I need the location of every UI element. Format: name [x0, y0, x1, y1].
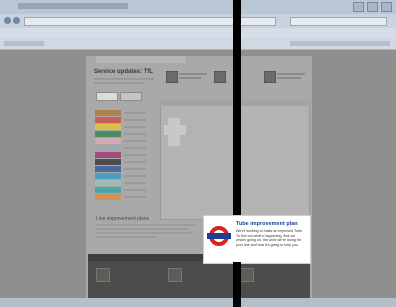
- promo-image[interactable]: [240, 268, 254, 282]
- line-status-row[interactable]: [95, 131, 147, 137]
- occluding-bar: [233, 0, 241, 215]
- intro-text: [94, 78, 154, 80]
- line-color-swatch: [95, 159, 121, 165]
- feature-label: [277, 73, 305, 75]
- tab-now[interactable]: [96, 92, 118, 101]
- roundel-bar: [207, 233, 231, 239]
- intro-text: [94, 82, 144, 84]
- line-status-text: [124, 182, 146, 184]
- line-status-text: [124, 119, 146, 121]
- popup-body: We're working to make an improved Tube. …: [236, 229, 304, 247]
- maximize-button[interactable]: [367, 2, 378, 12]
- feature-label: [179, 73, 207, 75]
- lower-section-text: [96, 224, 196, 240]
- feature-label: [277, 77, 301, 79]
- menu-bar: [0, 28, 396, 38]
- line-color-swatch: [95, 110, 121, 116]
- feature-icon[interactable]: [214, 71, 226, 83]
- status-marker: [164, 125, 186, 135]
- line-status-row[interactable]: [95, 159, 147, 165]
- line-status-text: [124, 112, 146, 114]
- line-status-row[interactable]: [95, 117, 147, 123]
- line-status-text: [124, 175, 146, 177]
- status-bar: [0, 298, 396, 307]
- line-status-row[interactable]: [95, 187, 147, 193]
- lower-section-title: Line improvement plans: [96, 216, 150, 222]
- forward-icon[interactable]: [13, 17, 20, 24]
- line-status-text: [124, 161, 146, 163]
- minimize-button[interactable]: [353, 2, 364, 12]
- line-status-text: [124, 133, 146, 135]
- line-status-row[interactable]: [95, 166, 147, 172]
- occluding-bar: [233, 262, 241, 307]
- line-status-row[interactable]: [95, 173, 147, 179]
- feature-icon[interactable]: [166, 71, 178, 83]
- line-status-text: [124, 189, 146, 191]
- back-icon[interactable]: [4, 17, 11, 24]
- line-list: [95, 110, 147, 201]
- command-bar[interactable]: [290, 41, 390, 46]
- line-status-row[interactable]: [95, 138, 147, 144]
- tab-later[interactable]: [120, 92, 142, 101]
- popup-title: Tube improvement plan: [236, 221, 298, 227]
- breadcrumb[interactable]: [96, 56, 186, 63]
- line-status-row[interactable]: [95, 145, 147, 151]
- line-status-row[interactable]: [95, 180, 147, 186]
- line-color-swatch: [95, 180, 121, 186]
- line-status-text: [124, 147, 146, 149]
- feature-label: [179, 77, 201, 79]
- close-button[interactable]: [381, 2, 392, 12]
- line-color-swatch: [95, 187, 121, 193]
- line-status-text: [124, 140, 146, 142]
- line-color-swatch: [95, 166, 121, 172]
- tube-improvement-popup[interactable]: Tube improvement plan We're working to m…: [203, 215, 311, 264]
- line-color-swatch: [95, 131, 121, 137]
- page-title: Service updates: TfL: [94, 69, 154, 75]
- promo-image[interactable]: [96, 268, 110, 282]
- line-color-swatch: [95, 117, 121, 123]
- window-controls: [353, 2, 392, 12]
- line-color-swatch: [95, 124, 121, 130]
- line-status-text: [124, 168, 146, 170]
- tab-bar: [96, 92, 142, 101]
- line-color-swatch: [95, 138, 121, 144]
- line-color-swatch: [95, 145, 121, 151]
- line-status-row[interactable]: [95, 124, 147, 130]
- title-bar: [0, 0, 396, 14]
- window-title: [18, 3, 128, 9]
- line-color-swatch: [95, 173, 121, 179]
- line-color-swatch: [95, 194, 121, 200]
- feature-icon[interactable]: [264, 71, 276, 83]
- address-bar-row: [0, 14, 396, 28]
- line-status-text: [124, 154, 146, 156]
- line-status-row[interactable]: [95, 194, 147, 200]
- line-color-swatch: [95, 152, 121, 158]
- line-status-text: [124, 126, 146, 128]
- line-status-row[interactable]: [95, 152, 147, 158]
- favorite-tab[interactable]: [4, 41, 44, 46]
- line-status-row[interactable]: [95, 110, 147, 116]
- promo-image[interactable]: [168, 268, 182, 282]
- search-input[interactable]: [290, 17, 387, 26]
- line-status-text: [124, 196, 146, 198]
- favorites-bar: [0, 38, 396, 50]
